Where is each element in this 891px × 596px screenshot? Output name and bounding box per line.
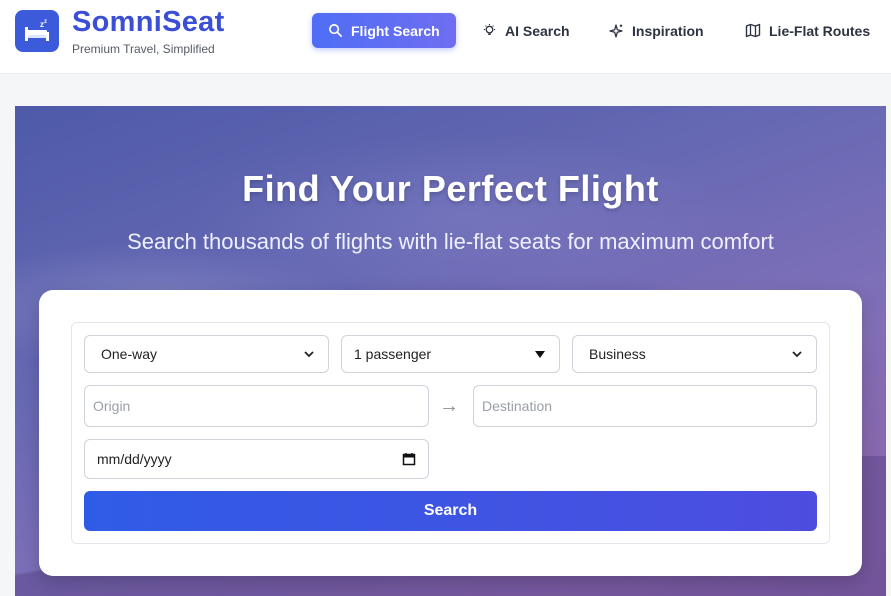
bed-icon: z z bbox=[25, 19, 49, 41]
destination-placeholder: Destination bbox=[482, 398, 553, 414]
nav-lie-flat-routes-label: Lie-Flat Routes bbox=[769, 22, 871, 39]
search-button[interactable]: Search bbox=[84, 491, 817, 531]
passengers-value: 1 passenger bbox=[354, 346, 432, 362]
trip-type-select[interactable]: One-way bbox=[84, 335, 329, 373]
departure-date-input[interactable]: mm/dd/yyyy bbox=[84, 439, 429, 479]
hero-banner: Find Your Perfect Flight Search thousand… bbox=[15, 106, 886, 596]
logo[interactable]: z z bbox=[15, 10, 59, 52]
calendar-icon[interactable] bbox=[402, 452, 416, 466]
origin-input[interactable]: Origin bbox=[84, 385, 429, 427]
hero-subtitle: Search thousands of flights with lie-fla… bbox=[127, 229, 774, 254]
origin-placeholder: Origin bbox=[93, 398, 131, 414]
caret-down-icon bbox=[535, 351, 545, 358]
hero-title: Find Your Perfect Flight bbox=[242, 168, 659, 209]
date-placeholder: mm/dd/yyyy bbox=[97, 451, 172, 467]
nav-lie-flat-routes[interactable]: Lie-Flat Routes bbox=[729, 13, 886, 48]
chevron-down-icon bbox=[304, 351, 314, 358]
nav-ai-search[interactable]: AI Search bbox=[466, 13, 586, 48]
chevron-down-icon bbox=[792, 351, 802, 358]
nav-flight-search[interactable]: Flight Search bbox=[312, 13, 456, 48]
destination-input[interactable]: Destination bbox=[473, 385, 817, 427]
nav-ai-search-label: AI Search bbox=[505, 22, 570, 39]
cabin-class-value: Business bbox=[589, 346, 646, 362]
top-header: z z SomniSeat Premium Travel, Simplified… bbox=[0, 0, 891, 74]
svg-text:z: z bbox=[44, 19, 47, 25]
search-card: One-way 1 passenger Business Origin → De… bbox=[39, 290, 862, 576]
brand-tagline: Premium Travel, Simplified bbox=[72, 42, 215, 56]
cabin-class-select[interactable]: Business bbox=[572, 335, 817, 373]
sparkle-icon bbox=[609, 23, 623, 38]
trip-type-value: One-way bbox=[101, 346, 158, 362]
search-form: One-way 1 passenger Business Origin → De… bbox=[71, 322, 830, 544]
passengers-dropdown[interactable]: 1 passenger bbox=[341, 335, 560, 373]
lightbulb-icon bbox=[483, 23, 496, 35]
brand-name: SomniSeat bbox=[72, 6, 225, 38]
search-icon bbox=[329, 24, 342, 37]
map-icon bbox=[745, 23, 761, 38]
nav-inspiration[interactable]: Inspiration bbox=[592, 13, 720, 48]
nav-flight-search-label: Flight Search bbox=[351, 22, 440, 39]
nav-inspiration-label: Inspiration bbox=[632, 22, 704, 39]
route-arrow-icon: → bbox=[439, 395, 459, 417]
